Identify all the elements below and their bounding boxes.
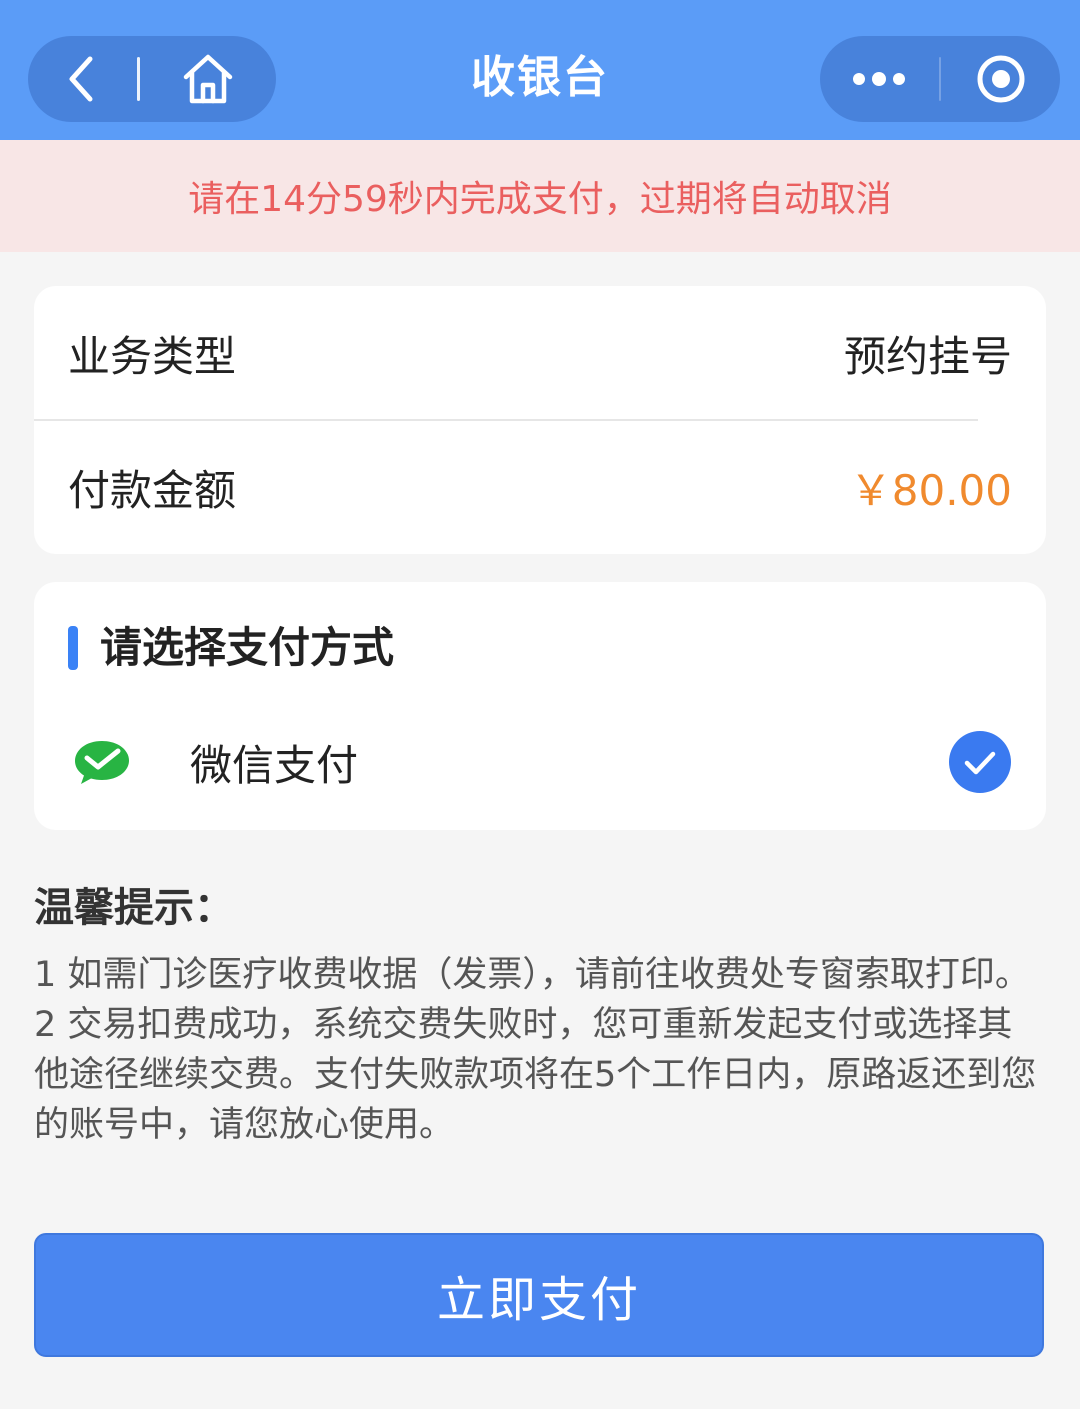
pay-now-button[interactable]: 立即支付 [34, 1233, 1044, 1357]
right-capsule [820, 36, 1060, 122]
business-type-row: 业务类型 预约挂号 [68, 286, 1012, 420]
payment-section-title: 请选择支付方式 [100, 623, 395, 672]
payment-method-card: 请选择支付方式 微信支付 [34, 582, 1046, 830]
selected-check-icon[interactable] [948, 730, 1012, 794]
amount-label: 付款金额 [68, 465, 237, 515]
more-dots-icon [853, 72, 906, 86]
tip-item: 1 如需门诊医疗收费收据（发票），请前往收费处专窗索取打印。 [34, 955, 1030, 995]
amount-row: 付款金额 ￥80.00 [68, 420, 1012, 554]
tip-item: 2 交易扣费成功，系统交费失败时，您可重新发起支付或选择其他途径继续交费。支付失… [34, 1005, 1037, 1145]
page-title: 收银台 [471, 52, 609, 103]
close-miniprogram-button[interactable] [941, 36, 1060, 122]
business-type-label: 业务类型 [68, 331, 237, 381]
payment-method-wechat[interactable]: 微信支付 [68, 712, 1012, 812]
back-button[interactable] [28, 36, 137, 122]
home-button[interactable] [140, 36, 276, 122]
wechat-pay-label: 微信支付 [190, 740, 359, 790]
nav-header: 收银台 [0, 0, 1080, 140]
row-divider [34, 419, 978, 421]
target-circle-icon [977, 55, 1025, 103]
amount-value: ￥80.00 [849, 465, 1012, 515]
home-icon [183, 54, 233, 104]
more-button[interactable] [820, 36, 939, 122]
left-capsule [28, 36, 276, 122]
tips-body: 1 如需门诊医疗收费收据（发票），请前往收费处专窗索取打印。 2 交易扣费成功，… [34, 950, 1046, 1150]
business-type-value: 预约挂号 [843, 331, 1012, 381]
tips-title: 温馨提示： [34, 885, 234, 931]
section-accent-bar [68, 626, 78, 670]
wechat-pay-icon [75, 741, 129, 784]
countdown-text: 请在14分59秒内完成支付，过期将自动取消 [188, 179, 892, 220]
payment-countdown-banner: 请在14分59秒内完成支付，过期将自动取消 [0, 140, 1080, 252]
chevron-left-icon [69, 56, 93, 102]
